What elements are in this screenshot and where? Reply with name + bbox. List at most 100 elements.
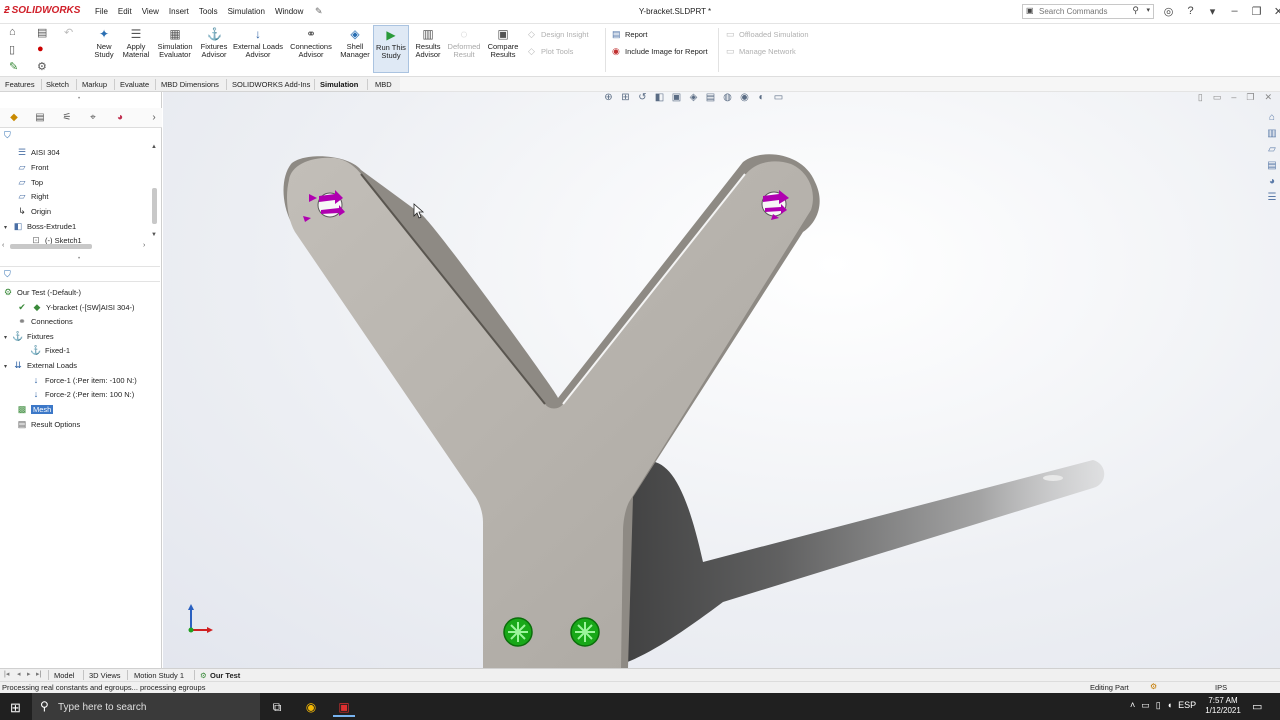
expand-icon[interactable]: ▾ (4, 363, 12, 370)
restore-icon[interactable]: ❐ (1246, 92, 1254, 103)
view-settings-icon[interactable]: ▭ (773, 92, 784, 106)
study-part[interactable]: ✔ ◆ Y-bracket (-[SW]AISI 304-) (16, 302, 134, 313)
scroll-left-icon[interactable]: ‹ (2, 242, 4, 249)
search-commands-input[interactable] (1039, 6, 1135, 17)
design-library-icon[interactable]: ▥ (1264, 128, 1280, 144)
pin-icon[interactable]: ✎ (315, 6, 323, 17)
apply-material-button[interactable]: ☰ Apply Material (121, 27, 151, 59)
network-icon[interactable]: ▭ (1141, 700, 1150, 711)
hide-show-items-icon[interactable]: ◍ (722, 92, 733, 106)
zoom-area-icon[interactable]: ⊞ (620, 92, 631, 106)
scroll-up-icon[interactable]: ▲ (151, 144, 157, 150)
design-insight-button[interactable]: ◇ Design Insight (528, 29, 589, 40)
new-study-button[interactable]: ✦ New Study (92, 27, 116, 59)
study-result-options[interactable]: ▤ Result Options (16, 419, 80, 430)
tab-evaluate[interactable]: Evaluate (120, 80, 149, 89)
tile-icon[interactable]: ▯ (1198, 92, 1203, 103)
fixtures-advisor-button[interactable]: ⚓ Fixtures Advisor (199, 27, 229, 59)
zoom-to-fit-icon[interactable]: ⊕ (603, 92, 614, 106)
next-tab-icon[interactable]: ▸ (27, 670, 31, 678)
report-button[interactable]: ▤ Report (612, 29, 648, 40)
include-image-button[interactable]: ◉ Include Image for Report (612, 46, 708, 57)
resources-icon[interactable]: ⌂ (1264, 112, 1280, 128)
previous-view-icon[interactable]: ↺ (637, 92, 648, 106)
chevron-up-icon[interactable]: ˄ (1130, 700, 1135, 711)
close-icon[interactable]: ✕ (1272, 5, 1280, 18)
options-icon[interactable]: ⚙ (37, 60, 47, 73)
scroll-right-icon[interactable]: › (143, 242, 145, 249)
plot-tools-button[interactable]: ◇ Plot Tools (528, 46, 573, 57)
first-tab-icon[interactable]: |◂ (4, 670, 9, 678)
configuration-manager-tab[interactable]: ⚟ (59, 111, 75, 125)
help-icon[interactable]: ? (1184, 5, 1197, 18)
language-indicator[interactable]: ESP (1178, 700, 1196, 711)
tree-item-right-plane[interactable]: ▱ Right (16, 191, 49, 202)
tab-our-test[interactable]: Our Test (210, 671, 240, 680)
tree-item-material[interactable]: ☰ AISI 304 (16, 147, 60, 158)
tab-mbd-dimensions[interactable]: MBD Dimensions (161, 80, 219, 89)
menu-insert[interactable]: Insert (169, 7, 189, 16)
taskbar-clock[interactable]: 7:57 AM 1/12/2021 (1200, 696, 1246, 716)
run-this-study-button[interactable]: ▶ Run This Study (373, 25, 409, 73)
simulation-evaluator-button[interactable]: ▦ Simulation Evaluator (156, 27, 194, 59)
units-selector[interactable]: IPS (1215, 683, 1227, 692)
splitter-grip[interactable]: • (78, 256, 80, 262)
tab-simulation[interactable]: Simulation (320, 80, 358, 89)
restore-icon[interactable]: ❐ (1250, 5, 1263, 18)
section-view-icon[interactable]: ◧ (654, 92, 665, 106)
save-icon[interactable]: ▤ (37, 26, 47, 39)
menu-file[interactable]: File (95, 7, 108, 16)
taskbar-search[interactable]: ⚲ Type here to search (32, 693, 260, 720)
shell-manager-button[interactable]: ◈ Shell Manager (338, 27, 372, 59)
expand-icon[interactable]: ▾ (4, 224, 12, 231)
user-icon[interactable]: ◎ (1162, 5, 1175, 18)
tree-item-top-plane[interactable]: ▱ Top (16, 177, 44, 188)
new-window-icon[interactable]: ▭ (1213, 92, 1222, 103)
volume-icon[interactable]: ◖ (1167, 700, 1172, 711)
tree-vertical-scrollbar[interactable]: ▲ ▼ (151, 144, 158, 242)
chevron-right-icon[interactable]: › (146, 111, 162, 125)
search-commands-box[interactable]: ▣ ⚲ ▾ (1022, 4, 1154, 19)
expand-icon[interactable]: ▾ (1206, 5, 1219, 18)
study-mesh[interactable]: ▩ Mesh (16, 404, 54, 415)
external-loads-advisor-button[interactable]: ↓ External Loads Advisor (232, 27, 284, 59)
windows-start-icon[interactable]: ⊞ (10, 700, 21, 716)
scroll-thumb[interactable] (152, 188, 157, 224)
study-connections[interactable]: ⚭ Connections (16, 316, 72, 327)
search-icon[interactable]: ⚲ (1132, 5, 1139, 16)
menu-window[interactable]: Window (275, 7, 303, 16)
feature-manager-tab[interactable]: ◆ (6, 111, 22, 125)
rebuild-icon[interactable]: ● (37, 43, 44, 55)
deformed-result-button[interactable]: ◌ Deformed Result (446, 27, 482, 59)
graphics-area[interactable]: ⊕ ⊞ ↺ ◧ ▣ ◈ ▤ ◍ ◉ ◐ ▭ ▯ ▭ – ❐ ✕ ⌂ ▥ ▱ ▤ … (163, 92, 1280, 668)
scroll-down-icon[interactable]: ▼ (151, 232, 157, 238)
tab-model[interactable]: Model (54, 671, 74, 680)
minimize-icon[interactable]: – (1228, 5, 1241, 18)
study-force-1[interactable]: ↓ Force-1 (:Per item: -100 N:) (30, 375, 137, 385)
task-view-icon[interactable]: ⧉ (266, 697, 288, 717)
manage-network-button[interactable]: ▭ Manage Network (726, 46, 796, 57)
appearances-icon[interactable]: ◕ (1264, 176, 1280, 192)
battery-icon[interactable]: ▯ (1156, 700, 1161, 711)
dynamic-annotation-icon[interactable]: ▣ (671, 92, 682, 106)
file-explorer-icon[interactable]: ▱ (1264, 144, 1280, 160)
connections-advisor-button[interactable]: ⚭ Connections Advisor (288, 27, 334, 59)
view-orientation-icon[interactable]: ◈ (688, 92, 699, 106)
edit-appearance-icon[interactable]: ◉ (739, 92, 750, 106)
tree-item-front-plane[interactable]: ▱ Front (16, 162, 49, 173)
tab-motion-study-1[interactable]: Motion Study 1 (134, 671, 184, 680)
custom-properties-icon[interactable]: ☰ (1264, 192, 1280, 208)
expand-icon[interactable]: ▾ (4, 334, 12, 341)
rebuild-status-icon[interactable]: ⚙ (1150, 682, 1157, 691)
filter-icon[interactable]: ⛉ (4, 130, 11, 141)
study-filter-bar[interactable]: ⛉ (0, 266, 160, 282)
study-fixed-1[interactable]: ⚓ Fixed-1 (30, 345, 70, 356)
scroll-thumb[interactable] (10, 244, 92, 249)
menu-simulation[interactable]: Simulation (228, 7, 265, 16)
tab-solidworks-addins[interactable]: SOLIDWORKS Add-Ins (232, 80, 310, 89)
undo-icon[interactable]: ↶ (64, 26, 73, 39)
close-icon[interactable]: ✕ (1264, 92, 1272, 103)
tab-features[interactable]: Features (5, 80, 35, 89)
menu-tools[interactable]: Tools (199, 7, 218, 16)
compare-results-button[interactable]: ▣ Compare Results (486, 27, 520, 59)
